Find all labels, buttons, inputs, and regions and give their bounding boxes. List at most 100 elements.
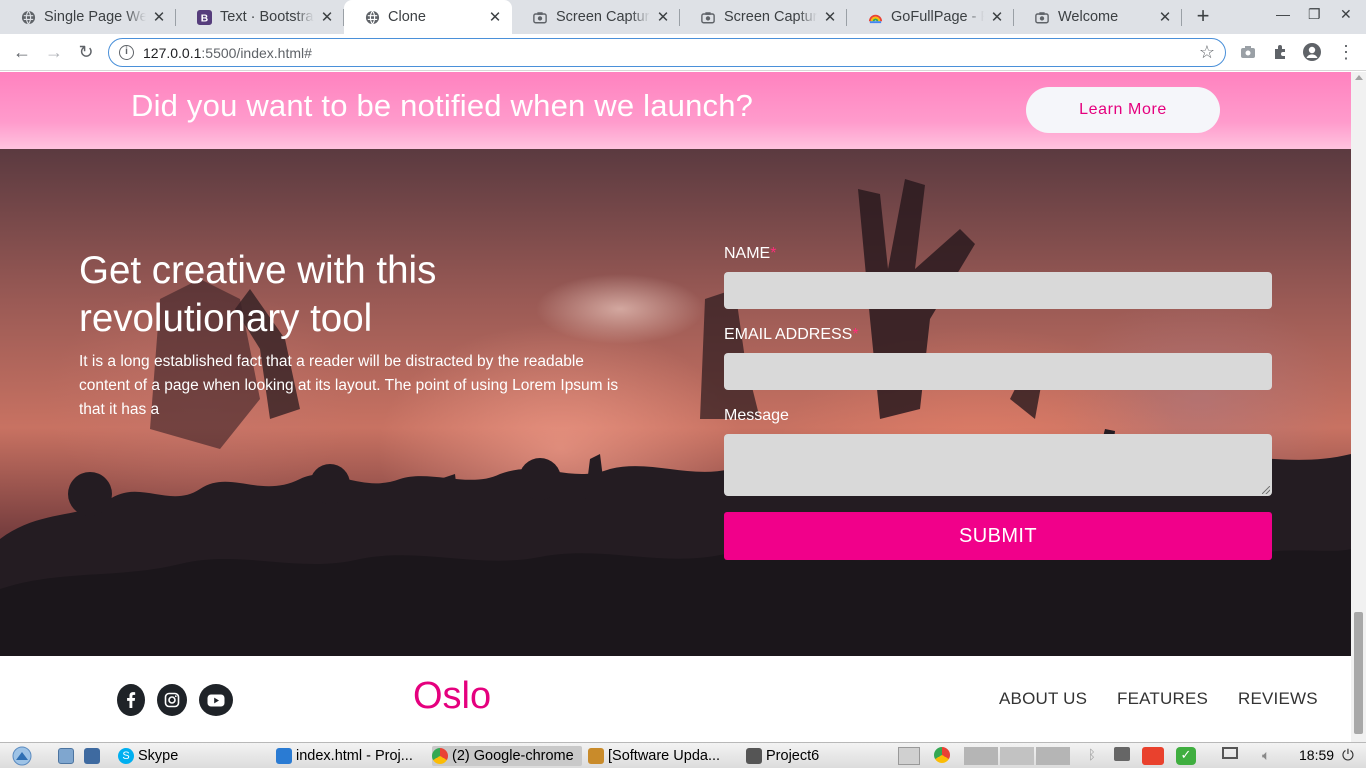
- facebook-icon[interactable]: [117, 684, 145, 716]
- menu-kebab-icon[interactable]: ⋮: [1334, 40, 1358, 64]
- globe-icon: [364, 9, 380, 25]
- learn-more-button[interactable]: Learn More: [1026, 87, 1220, 133]
- bootstrap-icon: B: [196, 9, 212, 25]
- taskbar-item-skype[interactable]: S Skype: [118, 746, 268, 766]
- taskbar-item-chrome[interactable]: (2) Google-chrome: [432, 746, 582, 766]
- reload-icon[interactable]: ↻: [74, 40, 98, 64]
- required-asterisk: *: [770, 245, 777, 262]
- message-textarea[interactable]: [724, 434, 1272, 496]
- tab-title: Welcome: [1058, 9, 1119, 25]
- message-label: Message: [724, 407, 789, 424]
- footer-brand-logo[interactable]: Oslo: [413, 675, 491, 718]
- profile-avatar-icon[interactable]: [1300, 40, 1324, 64]
- desktop-icon[interactable]: [84, 746, 104, 766]
- url-text[interactable]: 127.0.0.1:5500/index.html#: [143, 45, 312, 61]
- browser-toolbar: ← → ↻ i 127.0.0.1:5500/index.html# ☆ ⋮: [0, 34, 1366, 71]
- email-label: EMAIL ADDRESS*: [724, 326, 859, 343]
- tab-title: GoFullPage - Full: [891, 9, 984, 25]
- update-check-icon[interactable]: ✓: [1176, 747, 1196, 765]
- email-field[interactable]: [724, 353, 1272, 390]
- tab-title: Single Page Website: [44, 9, 146, 25]
- close-icon[interactable]: ✕: [152, 8, 166, 26]
- bookmark-star-icon[interactable]: ☆: [1199, 42, 1215, 63]
- youtube-icon[interactable]: [199, 684, 233, 716]
- browser-tab-active[interactable]: Clone ✕: [344, 0, 512, 34]
- globe-icon: [20, 9, 36, 25]
- submit-button[interactable]: SUBMIT: [724, 512, 1272, 560]
- contact-hero-section: Get creative with this revolutionary too…: [0, 149, 1351, 656]
- footer-nav-reviews[interactable]: REVIEWS: [1238, 689, 1318, 709]
- window-switcher-icon[interactable]: [898, 747, 920, 765]
- web-page: Did you want to be notified when we laun…: [0, 72, 1351, 742]
- hero-description: It is a long established fact that a rea…: [79, 353, 619, 418]
- folder-icon: [746, 748, 762, 764]
- extensions-puzzle-icon[interactable]: [1268, 40, 1292, 64]
- git-icon[interactable]: [1142, 747, 1164, 765]
- browser-tab[interactable]: Screen Capture ✕: [680, 0, 847, 34]
- workspace-2[interactable]: [1000, 747, 1034, 765]
- tab-title: Screen Capture: [556, 9, 650, 25]
- hero-title: Get creative with this revolutionary too…: [79, 249, 437, 340]
- camera-icon: [1034, 9, 1050, 25]
- start-menu-icon[interactable]: [10, 746, 34, 766]
- footer-nav-about[interactable]: ABOUT US: [999, 689, 1087, 709]
- required-asterisk: *: [852, 326, 859, 343]
- display-icon[interactable]: [1222, 747, 1242, 765]
- back-arrow-icon[interactable]: ←: [10, 40, 34, 64]
- window-close-icon[interactable]: ✕: [1340, 6, 1352, 23]
- skype-icon: S: [118, 748, 134, 764]
- taskbar-item-project6[interactable]: Project6: [746, 746, 886, 766]
- instagram-icon[interactable]: [157, 684, 187, 716]
- tab-title: Screen Capture: [724, 9, 817, 25]
- browser-tab[interactable]: Single Page Website ✕: [0, 0, 176, 34]
- chrome-icon: [432, 748, 448, 764]
- page-scrollbar[interactable]: [1351, 72, 1366, 742]
- close-icon[interactable]: ✕: [320, 8, 334, 26]
- workspace-3[interactable]: [1036, 747, 1070, 765]
- footer-nav-features[interactable]: FEATURES: [1117, 689, 1208, 709]
- close-icon[interactable]: ✕: [990, 8, 1004, 26]
- network-icon[interactable]: [1114, 747, 1132, 765]
- name-field[interactable]: [724, 272, 1272, 309]
- browser-tab[interactable]: GoFullPage - Full ✕: [847, 0, 1014, 34]
- close-icon[interactable]: ✕: [488, 8, 502, 26]
- maximize-icon[interactable]: ❐: [1308, 6, 1321, 23]
- forward-arrow-icon[interactable]: →: [42, 40, 66, 64]
- taskbar-clock[interactable]: 18:59: [1299, 747, 1334, 763]
- svg-text:B: B: [200, 13, 207, 24]
- browser-tab[interactable]: Screen Capture ✕: [512, 0, 680, 34]
- browser-tab[interactable]: Welcome ✕: [1014, 0, 1182, 34]
- camera-icon: [700, 9, 716, 25]
- browser-tab[interactable]: B Text · Bootstrap ✕: [176, 0, 344, 34]
- banner-heading: Did you want to be notified when we laun…: [131, 88, 754, 123]
- package-icon: [588, 748, 604, 764]
- screenshot-camera-icon[interactable]: [1236, 40, 1260, 64]
- close-icon[interactable]: ✕: [1158, 8, 1172, 26]
- minimize-icon[interactable]: —: [1276, 6, 1290, 22]
- launch-banner: Did you want to be notified when we laun…: [0, 72, 1351, 149]
- name-label: NAME*: [724, 245, 777, 262]
- browser-tab-strip: Single Page Website ✕ B Text · Bootstrap…: [0, 0, 1366, 34]
- site-footer: Oslo ABOUT US FEATURES REVIEWS: [0, 656, 1351, 742]
- bluetooth-icon[interactable]: ᛒ: [1088, 747, 1100, 765]
- vscode-icon: [276, 748, 292, 764]
- scroll-up-arrow-icon[interactable]: [1355, 75, 1363, 80]
- address-bar[interactable]: i 127.0.0.1:5500/index.html# ☆: [108, 38, 1226, 67]
- close-icon[interactable]: ✕: [823, 8, 837, 26]
- file-manager-icon[interactable]: [58, 746, 78, 766]
- chrome-tray-icon[interactable]: [934, 747, 954, 765]
- workspace-1[interactable]: [964, 747, 998, 765]
- taskbar-item-software-updater[interactable]: [Software Upda...: [588, 746, 738, 766]
- tab-title: Text · Bootstrap: [220, 9, 314, 25]
- tab-title: Clone: [388, 9, 426, 25]
- info-icon[interactable]: i: [119, 45, 134, 60]
- gofullpage-icon: [867, 9, 883, 25]
- camera-icon: [532, 9, 548, 25]
- power-icon[interactable]: ⏻: [1342, 747, 1360, 765]
- taskbar-item-vscode[interactable]: index.html - Proj...: [276, 746, 426, 766]
- new-tab-button[interactable]: +: [1190, 4, 1216, 30]
- resize-grip-icon[interactable]: [1262, 486, 1270, 494]
- close-icon[interactable]: ✕: [656, 8, 670, 26]
- volume-icon[interactable]: 🔈︎: [1262, 747, 1280, 765]
- scrollbar-thumb[interactable]: [1354, 612, 1363, 734]
